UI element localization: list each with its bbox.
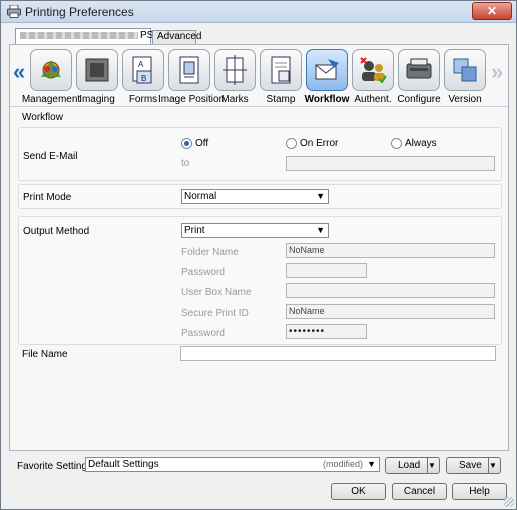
- authentication-button[interactable]: [352, 49, 394, 91]
- send-email-off-label[interactable]: Off: [195, 138, 208, 149]
- folder-name-label: Folder Name: [181, 247, 239, 258]
- ok-button[interactable]: OK: [331, 483, 386, 500]
- file-name-label: File Name: [22, 349, 68, 360]
- printer-icon: [7, 5, 21, 18]
- cancel-button[interactable]: Cancel: [392, 483, 447, 500]
- password-label: Password: [181, 267, 225, 278]
- send-email-on-error-label[interactable]: On Error: [300, 138, 338, 149]
- image-position-icon: [179, 56, 199, 84]
- imaging-button[interactable]: [76, 49, 118, 91]
- section-title-workflow: Workflow: [22, 112, 63, 123]
- send-email-label: Send E-Mail: [23, 151, 78, 162]
- window-title: Printing Preferences: [25, 5, 134, 19]
- send-email-to-field[interactable]: [286, 156, 495, 171]
- help-button[interactable]: Help: [452, 483, 507, 500]
- redacted-driver-name: [20, 31, 138, 39]
- folder-name-field[interactable]: NoName: [286, 243, 495, 258]
- send-email-always-radio[interactable]: [391, 138, 402, 149]
- stamp-icon: [271, 56, 291, 84]
- send-email-on-error-radio[interactable]: [286, 138, 297, 149]
- save-dropdown-icon[interactable]: ▼: [488, 458, 500, 473]
- workflow-button[interactable]: [306, 49, 348, 91]
- favorite-setting-label: Favorite Setting: [17, 461, 88, 472]
- toolbar-divider: [10, 106, 508, 107]
- tab-content: « » A B Management Imaging Forms Image P…: [9, 44, 509, 451]
- management-button[interactable]: [30, 49, 72, 91]
- output-method-group: Output Method Print ▼ Folder Name NoName …: [18, 216, 502, 345]
- image-position-button[interactable]: [168, 49, 210, 91]
- load-dropdown-icon[interactable]: ▼: [427, 458, 439, 473]
- chevron-down-icon: ▼: [316, 225, 325, 235]
- modified-indicator: (modified): [322, 459, 363, 469]
- version-button[interactable]: [444, 49, 486, 91]
- toolbar-label-version: Version: [448, 94, 482, 105]
- send-email-always-label[interactable]: Always: [405, 138, 437, 149]
- print-mode-label: Print Mode: [23, 192, 72, 203]
- chevron-down-icon: ▼: [316, 191, 325, 201]
- output-method-select[interactable]: Print ▼: [181, 223, 329, 238]
- password-field[interactable]: [286, 263, 367, 278]
- close-button[interactable]: ✕: [472, 2, 512, 20]
- secure-print-id-label: Secure Print ID: [181, 308, 249, 319]
- marks-button[interactable]: [214, 49, 256, 91]
- version-icon: [453, 58, 477, 82]
- stamp-button[interactable]: [260, 49, 302, 91]
- favorite-setting-bar: Favorite Setting Default Settings (modif…: [9, 453, 509, 475]
- send-email-off-radio[interactable]: [181, 138, 192, 149]
- print-mode-select[interactable]: Normal ▼: [181, 189, 329, 204]
- send-email-to-label: to: [181, 158, 190, 169]
- secure-password-field[interactable]: ••••••••: [286, 324, 367, 339]
- output-method-label: Output Method: [23, 226, 90, 237]
- printing-preferences-window: Printing Preferences ✕ PS Advanced « » A…: [0, 0, 517, 510]
- authentication-icon: [360, 57, 387, 84]
- palette-gear-icon: [41, 60, 61, 79]
- workflow-icon: [315, 59, 339, 80]
- forms-button[interactable]: A B: [122, 49, 164, 91]
- tab-driver[interactable]: PS: [15, 28, 153, 45]
- marks-icon: [223, 55, 247, 85]
- secure-print-id-field[interactable]: NoName: [286, 304, 495, 319]
- chevron-down-icon: ▼: [367, 459, 376, 469]
- load-button[interactable]: Load ▼: [385, 457, 440, 474]
- resize-grip[interactable]: [504, 497, 514, 507]
- user-box-name-field[interactable]: [286, 283, 495, 298]
- title-bar: Printing Preferences ✕: [1, 1, 516, 23]
- print-mode-group: Print Mode Normal ▼: [18, 184, 502, 209]
- imaging-icon: [85, 58, 109, 82]
- send-email-group: Send E-Mail Off On Error Always to: [18, 127, 502, 181]
- forms-icon: A B: [132, 56, 152, 84]
- secure-password-label: Password: [181, 328, 225, 339]
- tab-advanced[interactable]: Advanced: [152, 30, 201, 44]
- svg-text:A: A: [138, 60, 144, 69]
- svg-text:B: B: [141, 74, 146, 83]
- favorite-setting-select[interactable]: Default Settings (modified) ▼: [85, 457, 380, 472]
- user-box-name-label: User Box Name: [181, 287, 252, 298]
- save-button[interactable]: Save ▼: [446, 457, 501, 474]
- configure-button[interactable]: [398, 49, 440, 91]
- configure-icon: [406, 58, 432, 79]
- file-name-field[interactable]: [180, 346, 496, 361]
- scroll-right-arrow[interactable]: »: [491, 59, 503, 85]
- scroll-left-arrow[interactable]: «: [13, 59, 25, 85]
